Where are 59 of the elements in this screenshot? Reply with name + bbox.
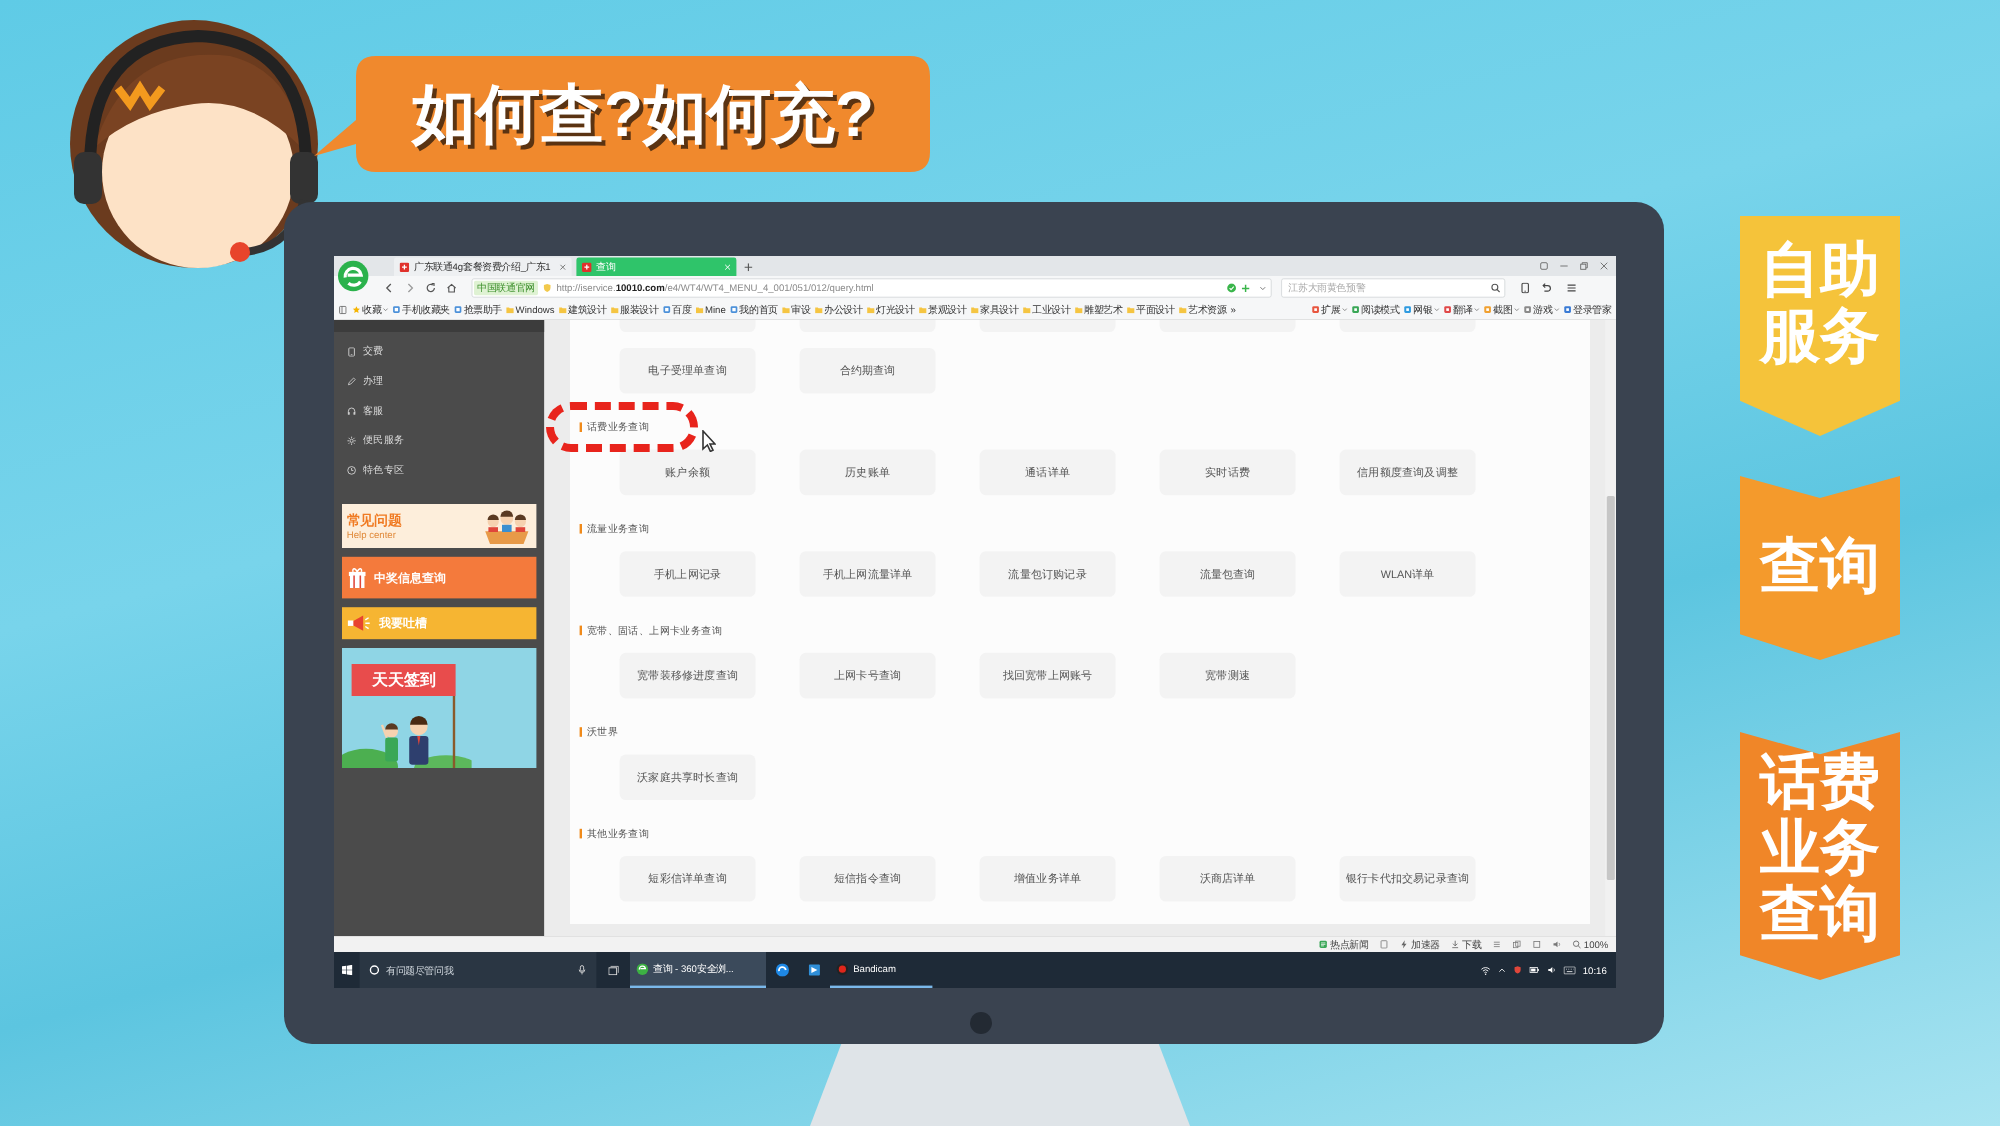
folder-icon <box>1022 306 1031 314</box>
folder-icon <box>610 306 619 314</box>
extension-icon <box>1523 305 1532 314</box>
plus-icon[interactable] <box>1241 283 1250 293</box>
folder-icon <box>814 306 823 314</box>
folder-icon <box>866 306 875 314</box>
gift-icon <box>346 565 368 590</box>
extension-icon <box>1351 305 1360 314</box>
scrollbar-thumb[interactable] <box>1606 496 1615 880</box>
folder-icon <box>781 306 790 314</box>
site-icon <box>729 305 738 314</box>
site-icon <box>392 305 401 314</box>
ribbon-label: 话费业务查询 <box>1757 749 1882 947</box>
check-circle-icon <box>1226 283 1237 293</box>
banner-title: 天天签到 <box>371 672 436 688</box>
section-marker <box>579 828 582 839</box>
folder-icon <box>558 306 567 314</box>
headset-icon <box>346 406 357 416</box>
windows-logo-icon[interactable] <box>341 964 352 976</box>
folder-icon <box>695 306 704 314</box>
shield-icon <box>542 283 552 293</box>
folder-icon <box>506 306 514 314</box>
extension-icon <box>1563 305 1572 314</box>
cartoon-people-drawing <box>342 696 472 768</box>
swirl-app-icon[interactable] <box>775 963 789 977</box>
mouse-pointer-icon <box>702 430 716 452</box>
megaphone-icon <box>346 614 371 632</box>
daily-checkin-banner[interactable]: 天天签到 <box>342 648 537 768</box>
section-marker <box>579 422 582 432</box>
page-favicon-icon <box>399 262 410 272</box>
folder-icon <box>1074 306 1083 314</box>
bubble-title: 如何查?如何充? <box>411 81 875 145</box>
site-icon <box>662 305 671 314</box>
section-marker <box>579 727 582 737</box>
battery-icon[interactable] <box>1529 965 1540 975</box>
folder-icon <box>918 306 927 314</box>
shield-icon[interactable] <box>1513 965 1522 975</box>
folder-icon <box>1178 306 1187 314</box>
section-marker <box>579 625 582 636</box>
speaker-icon[interactable] <box>1546 965 1557 975</box>
monitor-dot-icon <box>970 1012 992 1034</box>
page-favicon-icon <box>582 262 592 272</box>
folder-icon <box>970 306 979 314</box>
cartoon-people-drawing <box>482 506 532 546</box>
play-tile-icon[interactable] <box>808 964 820 976</box>
news-icon <box>1319 940 1328 949</box>
ring-icon <box>369 964 380 976</box>
section-marker <box>579 524 582 534</box>
extension-icon <box>1443 305 1452 314</box>
ribbon-label: 自助服务 <box>1757 238 1882 370</box>
star-icon <box>352 305 361 314</box>
ribbon-label: 查询 <box>1757 533 1882 599</box>
extension-icon <box>1403 305 1412 314</box>
folder-icon <box>1126 306 1135 314</box>
browser-logo-icon <box>636 962 649 975</box>
record-icon <box>836 962 849 975</box>
extension-icon <box>1483 305 1492 314</box>
extension-icon <box>1311 305 1320 314</box>
site-icon <box>454 305 462 314</box>
